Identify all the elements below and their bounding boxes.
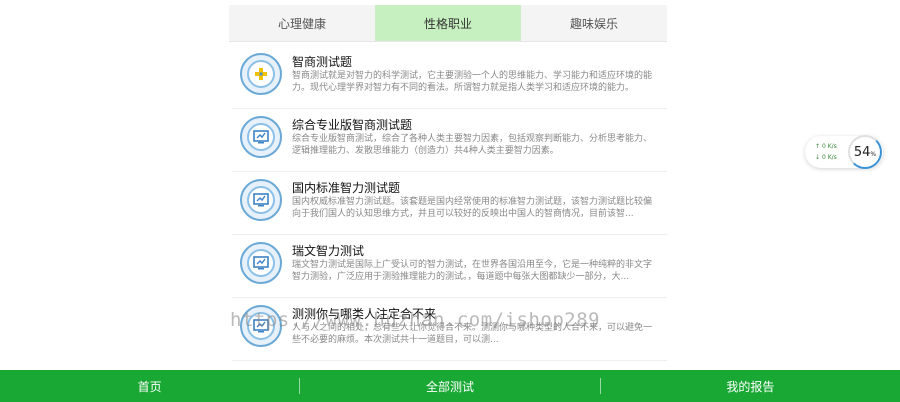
test-description: 智商测试就是对智力的科学测试，它主要测验一个人的思维能力、学习能力和适应环境的能… bbox=[292, 71, 652, 93]
test-description: 瑞文智力测试是国际上广受认可的智力测试，在世界各国沿用至今，它是一种纯粹的非文字… bbox=[292, 260, 652, 282]
test-logo-icon bbox=[240, 53, 282, 95]
watermark-text: https://www.huzhan.com/ishop289 bbox=[230, 309, 601, 331]
tab-mental-health[interactable]: 心理健康 bbox=[229, 5, 375, 41]
list-item[interactable]: 国内标准智力测试题 国内权威标准智力测试题。该套题是国内经常使用的标准智力测试题… bbox=[232, 172, 667, 235]
screen-icon bbox=[253, 193, 269, 207]
test-title: 智商测试题 bbox=[292, 55, 353, 69]
upload-arrow-icon: ↑ bbox=[815, 143, 821, 150]
test-logo-icon bbox=[240, 179, 282, 221]
cross-emblem-icon bbox=[255, 68, 267, 80]
list-item[interactable]: 综合专业版智商测试题 综合专业版智商测试，综合了各种人类主要智力因素，包括观察判… bbox=[232, 109, 667, 172]
list-item[interactable]: 智商测试题 智商测试就是对智力的科学测试，它主要测验一个人的思维能力、学习能力和… bbox=[232, 46, 667, 109]
download-arrow-icon: ↓ bbox=[815, 154, 821, 161]
speed-widget[interactable]: ↑ 0 K/s ↓ 0 K/s 54% bbox=[805, 135, 883, 169]
nav-all-tests[interactable]: 全部测试 bbox=[300, 370, 599, 402]
test-description: 综合专业版智商测试，综合了各种人类主要智力因素，包括观察判断能力、分析思考能力、… bbox=[292, 134, 652, 156]
bottom-nav: 首页 全部测试 我的报告 bbox=[0, 370, 900, 402]
tab-personality-career[interactable]: 性格职业 bbox=[375, 5, 521, 41]
tab-fun-entertainment[interactable]: 趣味娱乐 bbox=[521, 5, 667, 41]
test-title: 国内标准智力测试题 bbox=[292, 181, 401, 195]
list-item[interactable]: 瑞文智力测试 瑞文智力测试是国际上广受认可的智力测试，在世界各国沿用至今，它是一… bbox=[232, 235, 667, 298]
nav-my-reports[interactable]: 我的报告 bbox=[601, 370, 900, 402]
network-rates: ↑ 0 K/s ↓ 0 K/s bbox=[815, 143, 837, 161]
test-title: 综合专业版智商测试题 bbox=[292, 118, 413, 132]
test-logo-icon bbox=[240, 116, 282, 158]
test-logo-icon bbox=[240, 242, 282, 284]
test-title: 瑞文智力测试 bbox=[292, 244, 365, 258]
nav-home[interactable]: 首页 bbox=[0, 370, 299, 402]
screen-icon bbox=[253, 256, 269, 270]
category-tabs: 心理健康 性格职业 趣味娱乐 bbox=[229, 5, 667, 42]
test-description: 国内权威标准智力测试题。该套题是国内经常使用的标准智力测试题，该智力测试题比较偏… bbox=[292, 197, 652, 219]
screen-icon bbox=[253, 130, 269, 144]
memory-percent-gauge: 54% bbox=[848, 135, 882, 169]
